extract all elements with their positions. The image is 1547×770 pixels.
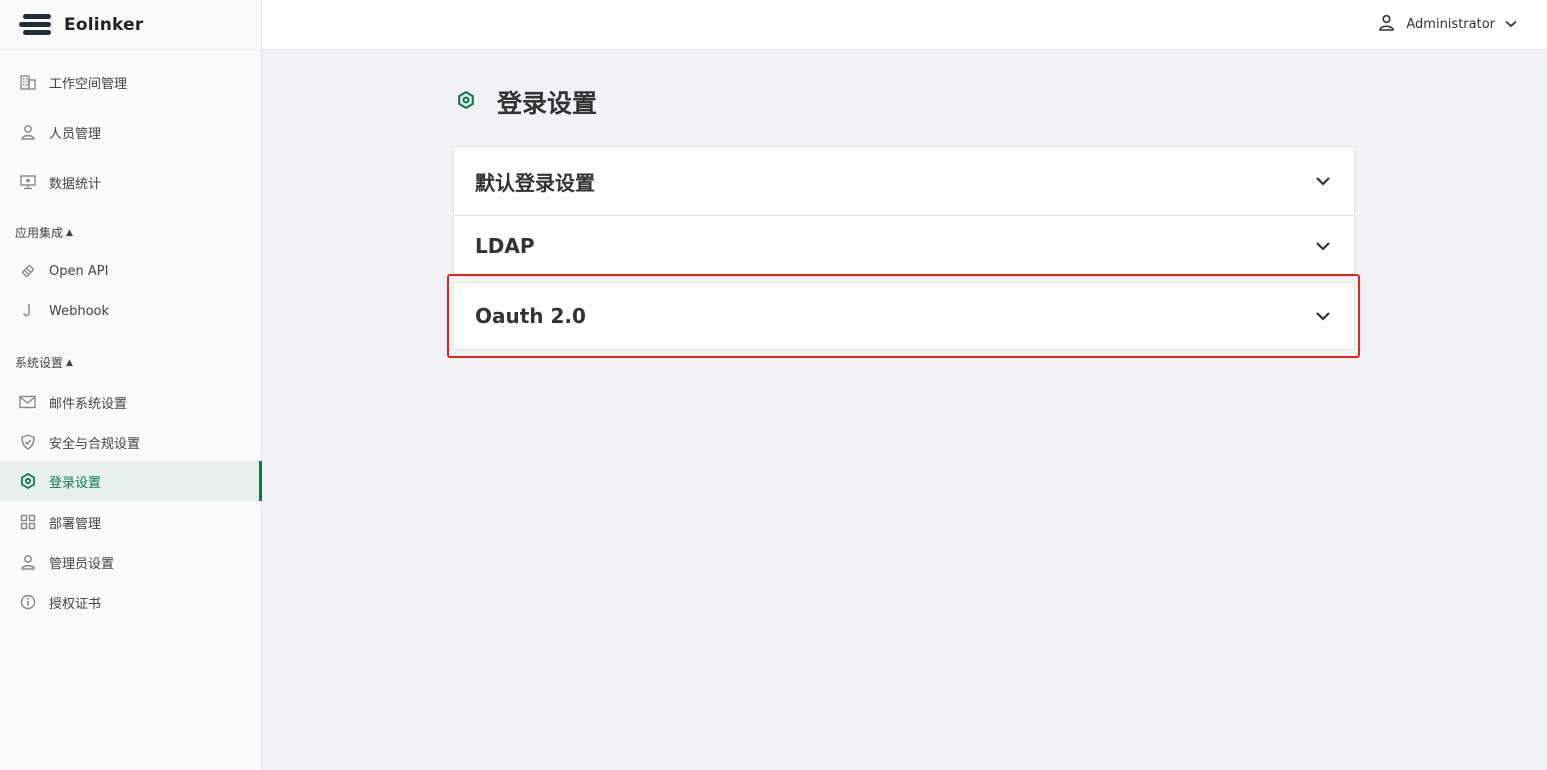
info-icon <box>19 594 36 611</box>
sidebar-item-workspace[interactable]: 工作空间管理 <box>0 62 262 102</box>
sidebar-item-statistics[interactable]: 数据统计 <box>0 162 262 202</box>
section-label: 默认登录设置 <box>475 170 595 195</box>
app-name: Eolinker <box>64 14 144 35</box>
caret-up-icon: ▲ <box>66 227 73 238</box>
group-app-integration[interactable]: 应用集成 ▲ <box>15 224 73 241</box>
group-system-settings[interactable]: 系统设置 ▲ <box>15 354 73 371</box>
sidebar-item-open-api[interactable]: Open API <box>0 251 262 291</box>
admin-icon <box>19 554 36 571</box>
sidebar-item-license[interactable]: 授权证书 <box>0 582 262 622</box>
sidebar-item-label: 安全与合规设置 <box>49 436 141 452</box>
sidebar-item-label: 数据统计 <box>49 176 102 192</box>
caret-up-icon: ▲ <box>66 357 73 368</box>
plug-icon <box>19 263 36 280</box>
section-label: LDAP <box>475 234 535 258</box>
user-menu[interactable]: Administrator <box>1379 14 1517 35</box>
section-default-login[interactable]: 默认登录设置 <box>453 146 1355 216</box>
chevron-down-icon <box>1314 172 1332 190</box>
monitor-icon <box>19 174 36 191</box>
sidebar-item-members[interactable]: 人员管理 <box>0 112 262 152</box>
page-title-text: 登录设置 <box>497 89 598 118</box>
hook-icon <box>19 303 36 320</box>
user-icon <box>19 124 36 141</box>
sidebar-item-mail-settings[interactable]: 邮件系统设置 <box>0 382 262 422</box>
grid-icon <box>19 514 36 531</box>
logo[interactable]: Eolinker <box>0 0 261 50</box>
eolinker-logo-icon <box>19 12 53 38</box>
sidebar-item-label: 管理员设置 <box>49 556 115 572</box>
sidebar-item-label: 登录设置 <box>49 475 102 491</box>
building-icon <box>19 74 36 91</box>
sidebar-item-security[interactable]: 安全与合规设置 <box>0 422 262 462</box>
gear-icon <box>457 90 475 113</box>
sidebar-item-label: Open API <box>49 263 109 279</box>
group-label: 系统设置 <box>15 356 64 370</box>
group-label: 应用集成 <box>15 226 64 240</box>
sidebar-item-label: 人员管理 <box>49 126 102 142</box>
sidebar-item-label: 授权证书 <box>49 596 102 612</box>
chevron-down-icon <box>1314 237 1332 255</box>
user-name: Administrator <box>1406 17 1495 32</box>
mail-icon <box>19 394 36 411</box>
user-icon <box>1379 14 1395 35</box>
shield-icon <box>19 434 36 451</box>
sidebar-item-label: Webhook <box>49 303 110 319</box>
sidebar-item-label: 邮件系统设置 <box>49 396 128 412</box>
gear-icon <box>19 473 36 490</box>
chevron-down-icon <box>1314 307 1332 325</box>
sidebar: Eolinker 工作空间管理 人员管理 数据统计 应用集成 ▲ Open AP… <box>0 0 262 770</box>
sidebar-item-admin-settings[interactable]: 管理员设置 <box>0 542 262 582</box>
chevron-down-icon <box>1505 17 1517 32</box>
section-oauth2[interactable]: Oauth 2.0 <box>453 282 1355 350</box>
top-bar: Administrator <box>262 0 1547 50</box>
page-title: 登录设置 <box>457 84 597 120</box>
sidebar-item-label: 工作空间管理 <box>49 76 128 92</box>
sidebar-item-deployment[interactable]: 部署管理 <box>0 502 262 542</box>
sidebar-item-login-settings[interactable]: 登录设置 <box>0 461 262 501</box>
sidebar-item-webhook[interactable]: Webhook <box>0 291 262 331</box>
section-ldap[interactable]: LDAP <box>453 215 1355 277</box>
section-label: Oauth 2.0 <box>475 304 586 328</box>
sidebar-item-label: 部署管理 <box>49 516 102 532</box>
